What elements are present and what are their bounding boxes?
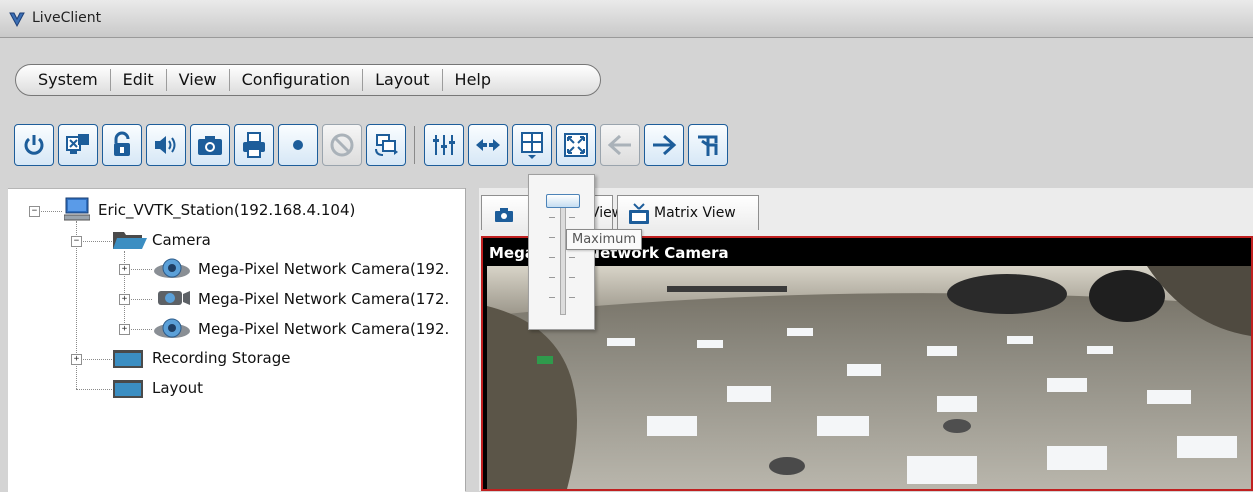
menu-configuration[interactable]: Configuration	[230, 69, 364, 91]
arrow-right-icon	[653, 134, 677, 156]
tree-connector	[76, 389, 112, 390]
tab-matrix-view-label: Matrix View	[654, 205, 736, 221]
tree-node-station[interactable]: Eric_VVTK_Station(192.168.4.104)	[98, 201, 355, 219]
refresh-screens-icon	[375, 134, 398, 156]
device-tree: − Eric_VVTK_Station(192.168.4.104) − Cam…	[8, 188, 465, 492]
camera-expand-toggle[interactable]: +	[119, 324, 130, 335]
app-logo-icon	[9, 12, 25, 28]
dome-camera-icon	[154, 258, 190, 278]
layout-folder-icon	[113, 380, 143, 398]
tree-node-layout[interactable]: Layout	[152, 379, 203, 397]
swap-button[interactable]	[468, 124, 508, 166]
slider-thumb[interactable]	[546, 194, 580, 208]
menu-view[interactable]: View	[167, 69, 230, 91]
power-button[interactable]	[14, 124, 54, 166]
reload-layout-button[interactable]	[366, 124, 406, 166]
tv-icon	[629, 203, 649, 224]
monitor-grid-button[interactable]	[58, 124, 98, 166]
slider-tick	[569, 217, 575, 218]
slider-tooltip: Maximum	[566, 229, 643, 250]
menu-help[interactable]: Help	[443, 69, 503, 91]
printer-icon	[243, 132, 265, 158]
tree-connector	[38, 211, 62, 212]
computer-icon	[64, 197, 90, 221]
tree-node-recording-storage[interactable]: Recording Storage	[152, 349, 290, 367]
slider-tick	[549, 257, 555, 258]
slider-tick	[569, 277, 575, 278]
record-button[interactable]	[278, 124, 318, 166]
tree-node-camera-group[interactable]: Camera	[152, 231, 211, 249]
monitor-grid-icon	[66, 134, 89, 154]
power-icon	[24, 135, 44, 155]
camera-expand-toggle[interactable]: +	[119, 294, 130, 305]
camera-expand-toggle[interactable]: +	[119, 264, 130, 275]
menu-system[interactable]: System	[26, 69, 111, 91]
slider-tick	[549, 237, 555, 238]
lock-button[interactable]	[102, 124, 142, 166]
record-dot-icon	[293, 140, 303, 150]
print-button[interactable]	[234, 124, 274, 166]
open-folder-icon	[113, 232, 147, 249]
live-video-feed	[487, 266, 1251, 489]
pin-icon	[698, 135, 718, 156]
slider-tick	[549, 297, 555, 298]
camera-group-collapse-toggle[interactable]: −	[71, 236, 82, 247]
tree-node-camera-2[interactable]: Mega-Pixel Network Camera(172.	[198, 290, 449, 308]
layout-grid-button[interactable]	[512, 124, 552, 166]
disabled-circle-icon	[330, 133, 354, 157]
slider-track[interactable]	[560, 201, 566, 315]
previous-button[interactable]	[600, 124, 640, 166]
menu-bar: System Edit View Configuration Layout He…	[15, 64, 601, 96]
speaker-button[interactable]	[146, 124, 186, 166]
arrow-left-icon	[607, 134, 631, 156]
tab-matrix-view[interactable]: Matrix View	[617, 195, 759, 230]
menu-layout[interactable]: Layout	[363, 69, 443, 91]
title-bar: LiveClient	[0, 0, 1253, 38]
menu-edit[interactable]: Edit	[111, 69, 167, 91]
tree-node-camera-1[interactable]: Mega-Pixel Network Camera(192.	[198, 260, 449, 278]
slider-tick	[569, 297, 575, 298]
padlock-icon	[114, 131, 130, 156]
box-camera-icon	[158, 291, 190, 305]
layout-grid-dropdown-icon	[521, 132, 543, 159]
fullscreen-icon	[564, 133, 588, 157]
slider-tick	[569, 257, 575, 258]
pin-button[interactable]	[688, 124, 728, 166]
volume-slider-popup	[528, 174, 595, 330]
next-button[interactable]	[644, 124, 684, 166]
camera-icon	[495, 208, 513, 222]
storage-folder-icon	[113, 350, 143, 368]
fullscreen-button[interactable]	[556, 124, 596, 166]
window-title: LiveClient	[32, 10, 102, 26]
recording-storage-expand-toggle[interactable]: +	[71, 354, 82, 365]
dome-camera-icon	[154, 318, 190, 338]
video-viewport[interactable]: Mega-Pixel Network Camera	[481, 236, 1253, 491]
speaker-icon	[155, 136, 176, 154]
toolbar-separator	[414, 126, 415, 164]
slider-tick	[549, 217, 555, 218]
tree-node-camera-3[interactable]: Mega-Pixel Network Camera(192.	[198, 320, 449, 338]
station-collapse-toggle[interactable]: −	[29, 206, 40, 217]
snapshot-button[interactable]	[190, 124, 230, 166]
panel-splitter[interactable]	[465, 188, 480, 491]
slider-tick	[549, 277, 555, 278]
camera-icon	[198, 136, 222, 155]
swap-arrows-icon	[476, 139, 500, 151]
volume-slider-button[interactable]	[424, 124, 464, 166]
stop-button[interactable]	[322, 124, 362, 166]
tree-connector	[124, 251, 125, 329]
volume-slider-icon	[433, 135, 455, 155]
